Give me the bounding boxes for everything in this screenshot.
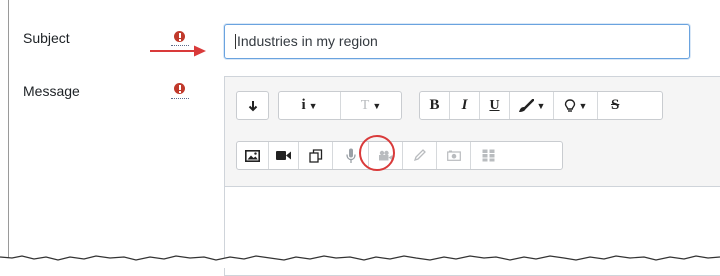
highlight-circle-annotation [359, 135, 395, 171]
subject-label: Subject [23, 30, 70, 46]
paintbrush-icon [518, 98, 534, 112]
chevron-down-icon: ▼ [536, 100, 546, 111]
italic-icon: I [461, 97, 468, 113]
torn-edge [0, 255, 720, 268]
toolbar-group-toggle [236, 91, 269, 120]
required-underline [171, 98, 189, 100]
toolbar-group-media [236, 141, 563, 170]
subject-input[interactable]: Industries in my region [224, 24, 690, 59]
underline-button[interactable]: U [480, 92, 510, 119]
pencil-icon [413, 149, 426, 162]
insert-video-button[interactable] [269, 142, 299, 169]
editor-toolbar: i ▼ T ▼ B I U ▼ ▼ S [225, 77, 720, 187]
toolbar-toggle-button[interactable] [237, 92, 268, 119]
toolbar-group-styles: i ▼ T ▼ [278, 91, 402, 120]
underline-icon: U [489, 97, 500, 113]
strikethrough-icon: S [611, 97, 620, 113]
lightbulb-icon [564, 98, 575, 112]
copy-button[interactable] [299, 142, 333, 169]
required-icon [174, 83, 185, 94]
info-icon: i [301, 97, 306, 113]
font-size-button[interactable]: T ▼ [341, 92, 401, 119]
arrow-down-icon [248, 100, 257, 111]
chevron-down-icon: ▼ [578, 100, 588, 111]
table-button[interactable] [471, 142, 505, 169]
subject-value: Industries in my region [237, 33, 378, 49]
copy-icon [308, 148, 322, 163]
message-label: Message [23, 83, 80, 99]
text-color-button[interactable]: ▼ [510, 92, 554, 119]
camera-icon [446, 150, 461, 161]
text-size-icon: T [360, 97, 370, 113]
image-icon [245, 149, 260, 162]
draw-button[interactable] [403, 142, 437, 169]
text-cursor [235, 34, 236, 49]
chevron-down-icon: ▼ [372, 100, 382, 111]
toolbar-group-format: B I U ▼ ▼ S [419, 91, 663, 120]
bold-icon: B [429, 97, 440, 113]
strikethrough-button[interactable]: S [598, 92, 660, 119]
microphone-icon [345, 148, 356, 163]
required-icon [174, 31, 185, 42]
grid-icon [482, 149, 494, 162]
message-editor[interactable]: i ▼ T ▼ B I U ▼ ▼ S [224, 76, 720, 276]
highlight-button[interactable]: ▼ [554, 92, 598, 119]
italic-button[interactable]: I [450, 92, 480, 119]
red-arrow-icon [150, 45, 206, 57]
insert-image-button[interactable] [237, 142, 269, 169]
bold-button[interactable]: B [420, 92, 450, 119]
screenshot-button[interactable] [437, 142, 471, 169]
video-camera-icon [276, 151, 291, 160]
paragraph-styles-button[interactable]: i ▼ [279, 92, 341, 119]
chevron-down-icon: ▼ [308, 100, 318, 111]
